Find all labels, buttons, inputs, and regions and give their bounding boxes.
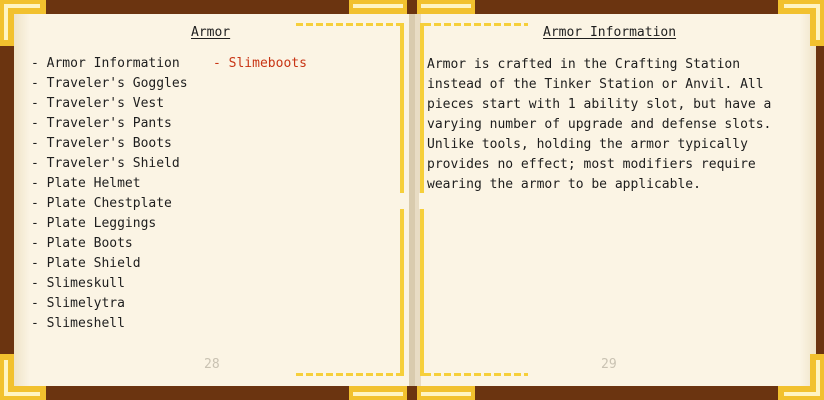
- corner-bottom-left: [0, 354, 46, 400]
- toc-entry[interactable]: - Plate Helmet: [31, 176, 141, 191]
- bottom-right-tab: [417, 386, 475, 400]
- right-page-number: 29: [601, 357, 617, 372]
- toc-entry[interactable]: - Slimelytra: [31, 296, 125, 311]
- toc-entry[interactable]: - Traveler's Goggles: [31, 76, 188, 91]
- toc-entry[interactable]: - Traveler's Boots: [31, 136, 172, 151]
- edge-notch-left: [399, 193, 405, 209]
- toc-entry-label: Traveler's Boots: [46, 136, 172, 151]
- toc-entry-label: Plate Boots: [46, 236, 133, 251]
- toc-entry-label: Plate Helmet: [46, 176, 141, 191]
- toc-bullet: -: [31, 176, 47, 191]
- toc-entry[interactable]: - Traveler's Pants: [31, 116, 172, 131]
- toc-entry-label: Traveler's Shield: [46, 156, 180, 171]
- toc-entry[interactable]: - Plate Chestplate: [31, 196, 172, 211]
- right-page-title: Armor Information: [543, 25, 677, 40]
- toc-entry[interactable]: - Plate Shield: [31, 256, 141, 271]
- toc-entry-label: Traveler's Vest: [46, 96, 165, 111]
- toc-bullet: -: [31, 156, 47, 171]
- toc-entry[interactable]: - Slimeboots: [213, 56, 307, 71]
- toc-bullet: -: [31, 116, 47, 131]
- toc-entry[interactable]: - Slimeshell: [31, 316, 125, 331]
- toc-entry[interactable]: - Traveler's Vest: [31, 96, 164, 111]
- toc-entry[interactable]: - Plate Leggings: [31, 216, 156, 231]
- toc-bullet: -: [31, 96, 47, 111]
- gold-dash-bottom-right: [424, 373, 528, 376]
- left-page-title: Armor: [191, 25, 231, 40]
- toc-bullet: -: [31, 276, 47, 291]
- toc-entry-label: Slimeshell: [46, 316, 125, 331]
- toc-entry[interactable]: - Slimeskull: [31, 276, 125, 291]
- gold-dash-top-right: [424, 23, 528, 26]
- armor-info-text: Armor is crafted in the Crafting Station…: [427, 57, 772, 192]
- gold-dash-top-left: [296, 23, 400, 26]
- gold-dash-bottom-left: [296, 373, 400, 376]
- toc-entry-label: Slimeskull: [46, 276, 125, 291]
- top-left-tab: [349, 0, 407, 14]
- bottom-left-tab: [349, 386, 407, 400]
- toc-entry-label: Traveler's Pants: [46, 116, 172, 131]
- toc-bullet: -: [31, 196, 47, 211]
- toc-bullet: -: [31, 76, 47, 91]
- toc-bullet: -: [31, 136, 47, 151]
- toc-entry-label: Plate Chestplate: [46, 196, 172, 211]
- toc-bullet: -: [31, 56, 47, 71]
- toc-entry-label: Armor Information: [46, 56, 180, 71]
- toc-entry[interactable]: - Armor Information: [31, 56, 180, 71]
- toc-bullet: -: [31, 216, 47, 231]
- toc-entry-label: Plate Shield: [46, 256, 141, 271]
- corner-top-left: [0, 0, 46, 46]
- corner-top-right: [778, 0, 824, 46]
- toc-bullet: -: [213, 56, 229, 71]
- corner-bottom-right: [778, 354, 824, 400]
- toc-bullet: -: [31, 296, 47, 311]
- edge-notch-right: [419, 193, 425, 209]
- toc-entry-label: Traveler's Goggles: [46, 76, 188, 91]
- toc-bullet: -: [31, 236, 47, 251]
- toc-entry-label: Slimeboots: [228, 56, 307, 71]
- toc-bullet: -: [31, 256, 47, 271]
- toc-entry-label: Slimelytra: [46, 296, 125, 311]
- left-page-number: 28: [204, 357, 220, 372]
- toc-bullet: -: [31, 316, 47, 331]
- toc-entry[interactable]: - Plate Boots: [31, 236, 133, 251]
- top-right-tab: [417, 0, 475, 14]
- toc-entry-label: Plate Leggings: [46, 216, 157, 231]
- toc-entry[interactable]: - Traveler's Shield: [31, 156, 180, 171]
